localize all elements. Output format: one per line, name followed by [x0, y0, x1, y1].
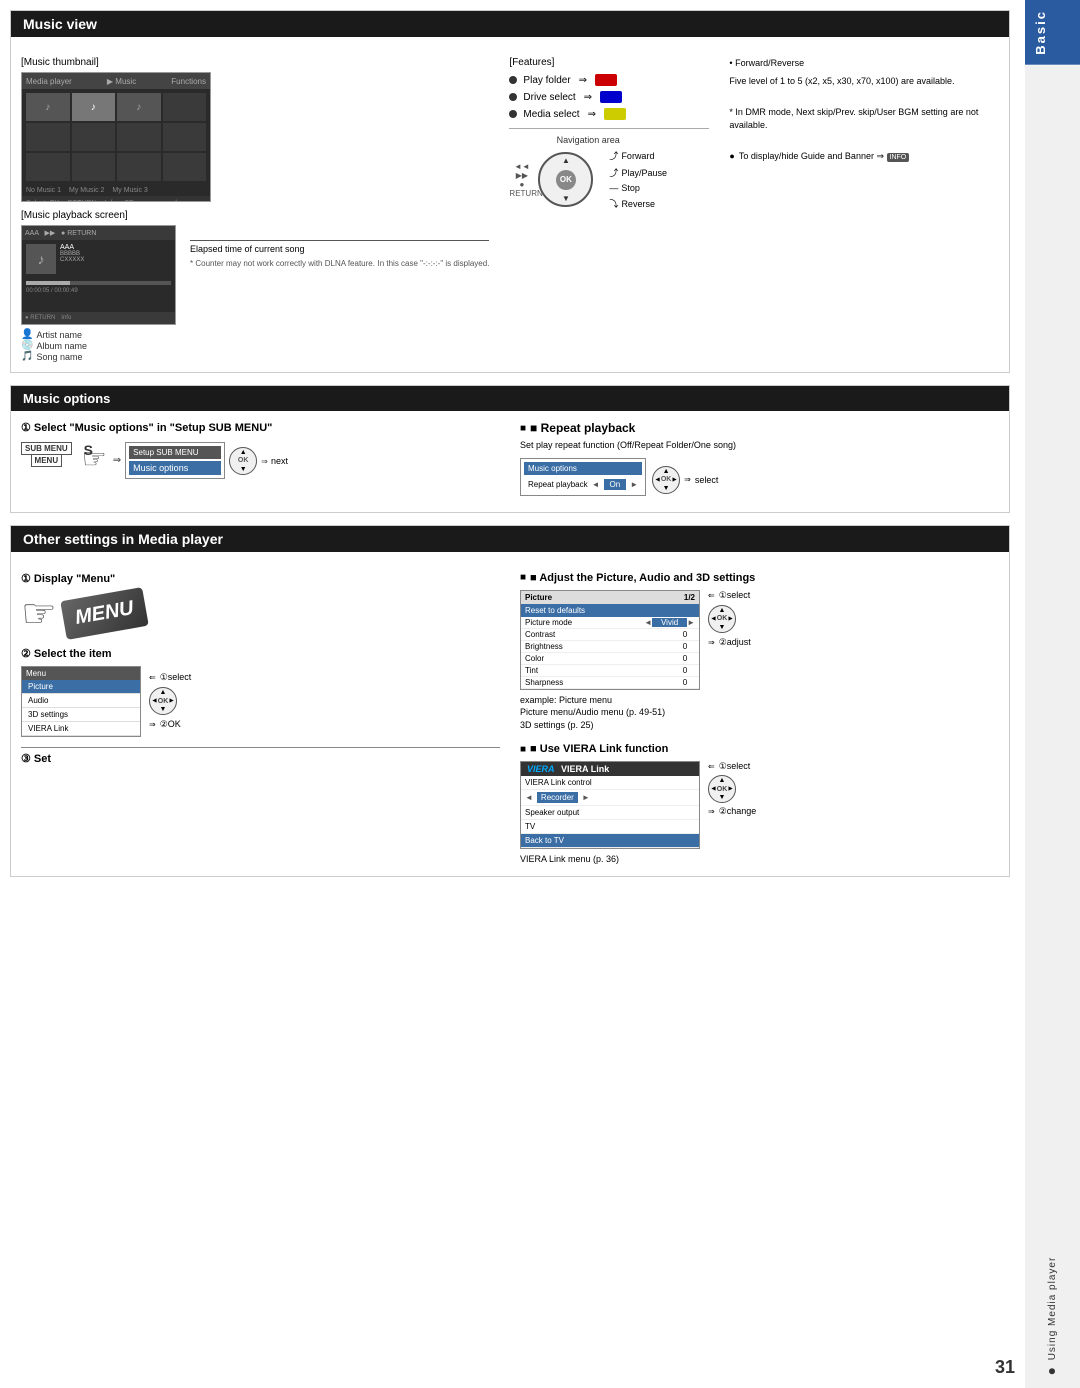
- navigation-circle[interactable]: ▲ ▼ OK: [538, 152, 593, 207]
- example-note: example: Picture menu Picture menu/Audio…: [520, 694, 999, 732]
- playback-screen-label: [Music playback screen]: [21, 210, 489, 221]
- music-view-section: Music view [Music thumbnail] Media playe…: [10, 10, 1010, 373]
- forward-label: ⤴Forward: [609, 149, 667, 162]
- step3-set: ③ Set: [21, 747, 500, 765]
- feature-play-folder: Play folder ⇒: [509, 74, 709, 86]
- play-pause-label: ⤴Play/Pause: [609, 166, 667, 179]
- nav-circle-repeat[interactable]: ▲ ▼ ◄ ► OK: [652, 466, 680, 494]
- menu-label-small: MENU: [31, 455, 63, 467]
- step1-display-menu: ① Display "Menu" ☞ MENU: [21, 572, 500, 637]
- vl-step2: ⇒ ②change: [708, 806, 756, 817]
- music-view-header: Music view: [11, 11, 1009, 37]
- step1-title: ① Display "Menu": [21, 572, 500, 585]
- menu-item-3d: 3D settings: [22, 708, 140, 722]
- reverse-label: ⤵Reverse: [609, 197, 667, 210]
- song-icon-row: 🎵 Song name: [21, 351, 176, 362]
- repeat-playback-title: ■ Repeat playback: [520, 421, 999, 435]
- navigation-area-label: Navigation area: [557, 135, 620, 145]
- nav-circle-menu[interactable]: ▲ ▼ ◄ ► OK: [149, 687, 177, 715]
- step2-ok-label: ②OK: [160, 719, 181, 730]
- menu-list-mockup: Menu Picture Audio 3D settings VIERA Lin…: [21, 666, 141, 737]
- step2-select-item: ② Select the item Menu Picture Audio 3D …: [21, 647, 500, 737]
- sidebar: Basic Using Media player: [1025, 0, 1080, 1388]
- step2-title: ② Select the item: [21, 647, 500, 660]
- vl-step1: ⇐ ①select: [708, 761, 756, 772]
- menu-item-viera: VIERA Link: [22, 722, 140, 736]
- stop-label: —Stop: [609, 183, 667, 193]
- step3-title: ③ Set: [21, 747, 500, 765]
- feature-drive-select: Drive select ⇒: [509, 91, 709, 103]
- step1-select-label: ①select: [160, 672, 192, 683]
- other-settings-section: Other settings in Media player ① Display…: [10, 525, 1010, 877]
- adjust-section: ■ Adjust the Picture, Audio and 3D setti…: [520, 572, 999, 732]
- adj-adjust-label: ②adjust: [719, 637, 751, 648]
- music-options-header: Music options: [11, 386, 1009, 411]
- hand-menu-icon: ☞: [21, 591, 57, 637]
- artist-icon-row: 👤 Artist name: [21, 329, 176, 340]
- album-icon-row: 💿 Album name: [21, 340, 176, 351]
- menu-badge: MENU: [60, 587, 148, 640]
- viera-link-mockup: VIERA VIERA Link VIERA Link control ◄ Re: [520, 761, 700, 849]
- guide-banner-note: ● To display/hide Guide and Banner ⇒ INF…: [729, 150, 999, 164]
- repeat-desc: Set play repeat function (Off/Repeat Fol…: [520, 439, 999, 452]
- nav-circle-next[interactable]: ▲ ▼ OK: [229, 447, 257, 475]
- thumbnail-mockup: Media player ▶ Music Functions ♪ ♪ ♪: [21, 72, 211, 202]
- picture-settings-mockup: Picture 1/2 Reset to defaults Picture mo…: [520, 590, 700, 690]
- music-options-section: Music options ① Select "Music options" i…: [10, 385, 1010, 513]
- setup-sub-menu-box: Setup SUB MENU Music options: [125, 442, 225, 479]
- nav-circle-picture[interactable]: ▲ ▼ ◄ ► OK: [708, 605, 736, 633]
- thumbnail-label: [Music thumbnail]: [21, 57, 489, 68]
- forward-reverse-note: • Forward/Reverse: [729, 57, 999, 71]
- sub-menu-label: SUB MENU: [21, 442, 72, 455]
- features-label: [Features]: [509, 57, 709, 68]
- nav-circle-viera[interactable]: ▲ ▼ ◄ ► OK: [708, 775, 736, 803]
- use-viera-title: ■ Use VIERA Link function: [520, 743, 999, 755]
- feature-media-select: Media select ⇒: [509, 108, 709, 120]
- viera-menu-note: VIERA Link menu (p. 36): [520, 853, 999, 866]
- sidebar-basic-label: Basic: [1025, 0, 1080, 65]
- sidebar-using-label: Using Media player: [1025, 65, 1080, 1388]
- adjust-title: ■ Adjust the Picture, Audio and 3D setti…: [520, 572, 999, 584]
- menu-item-audio: Audio: [22, 694, 140, 708]
- menu-item-picture: Picture: [22, 680, 140, 694]
- viera-link-section: ■ Use VIERA Link function VIERA VIERA Li…: [520, 743, 999, 866]
- adj-select-label: ①select: [719, 590, 751, 601]
- select-label: select: [695, 475, 719, 485]
- other-settings-header: Other settings in Media player: [11, 526, 1009, 552]
- page-number: 31: [995, 1357, 1015, 1378]
- repeat-mockup: Music options Repeat playback ◄ On ►: [520, 458, 646, 496]
- playback-mockup: AAA ▶▶ ● RETURN ♪ AAA BBBBB CXXXXX: [21, 225, 176, 325]
- mo-step1-title: ① Select "Music options" in "Setup SUB M…: [21, 421, 500, 434]
